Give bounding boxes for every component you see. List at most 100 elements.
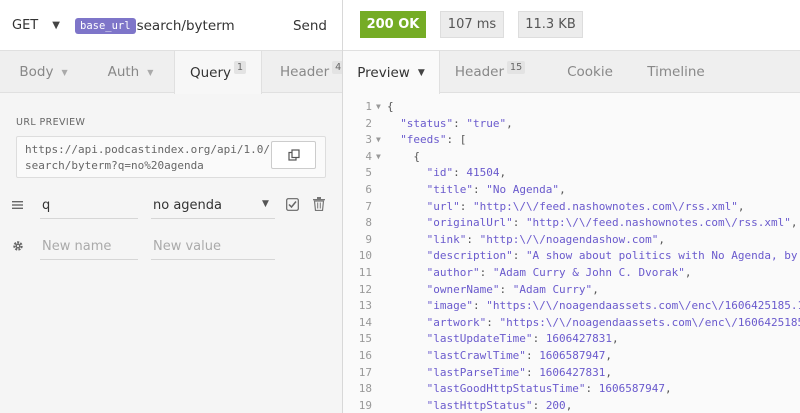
json-key: "description" xyxy=(426,249,513,263)
code-content: { xyxy=(413,149,420,166)
line-number: 17 xyxy=(358,365,372,379)
tab-body[interactable]: Body ▼ xyxy=(0,51,87,93)
json-key: "lastGoodHttpStatusTime" xyxy=(426,382,586,396)
code-content: "title": "No Agenda", xyxy=(427,182,566,199)
new-value-input[interactable]: New value xyxy=(151,234,275,260)
json-punctuation: , xyxy=(506,116,513,130)
caret-down-icon[interactable]: ▼ xyxy=(262,199,269,209)
code-content: "status": "true", xyxy=(400,116,513,133)
param-name-input[interactable]: q xyxy=(40,193,138,219)
status-badge: 200 OK xyxy=(360,11,426,38)
json-punctuation: , xyxy=(612,332,619,346)
method-dropdown[interactable]: GET ▼ xyxy=(12,0,60,51)
code-line: 3 ▼ "feeds": [ xyxy=(343,132,800,149)
json-punctuation: , xyxy=(790,216,798,230)
json-value: 1606587947 xyxy=(539,349,606,362)
gear-icon-glyph xyxy=(13,241,23,251)
json-value: "true" xyxy=(466,116,507,130)
line-number: 5 xyxy=(365,166,372,180)
copy-url-button[interactable] xyxy=(271,141,316,169)
line-number: 12 xyxy=(358,282,372,296)
json-key: "status" xyxy=(400,116,454,130)
json-key: "lastParseTime" xyxy=(426,365,526,379)
gear-icon[interactable] xyxy=(12,240,26,254)
line-number: 15 xyxy=(358,332,372,346)
code-line: 15 "lastUpdateTime": 1606427831, xyxy=(343,331,800,348)
json-punctuation: : xyxy=(525,349,540,362)
code-content: "lastUpdateTime": 1606427831, xyxy=(427,331,619,348)
json-value: 200 xyxy=(545,398,566,412)
menu-lines-icon xyxy=(12,201,23,209)
json-punctuation: , xyxy=(605,349,613,362)
code-content: "id": 41504, xyxy=(427,165,507,182)
json-punctuation: , xyxy=(605,365,613,379)
tab-response-header[interactable]: Header 15 xyxy=(440,51,540,93)
code-content: "link": "http:\/\/noagendashow.com", xyxy=(427,232,665,249)
json-punctuation: , xyxy=(658,232,666,246)
base-url-variable-tag[interactable]: base_url xyxy=(75,17,136,34)
json-value: "A show about politics with No Agenda, b… xyxy=(525,249,798,263)
response-size-badge: 11.3 KB xyxy=(518,11,583,38)
json-punctuation: : xyxy=(532,398,546,412)
json-key: "feeds" xyxy=(400,133,447,147)
line-number: 3 xyxy=(365,133,372,147)
send-button[interactable]: Send xyxy=(278,0,342,51)
json-punctuation: { xyxy=(413,149,421,163)
json-response-viewer[interactable]: 1 ▼ {2 "status": "true", 3 ▼ "feeds": [4 ▼ {5 "id… xyxy=(343,94,800,413)
tab-query[interactable]: Query 1 xyxy=(174,51,262,94)
tab-cookie[interactable]: Cookie xyxy=(540,51,640,93)
trash-icon[interactable] xyxy=(313,197,325,211)
json-punctuation: : xyxy=(585,382,599,396)
tab-header[interactable]: Header 4 xyxy=(262,51,345,93)
json-punctuation: , xyxy=(737,199,745,213)
json-key: "originalUrl" xyxy=(426,216,513,230)
code-line: 9 "link": "http:\/\/noagendashow.com", xyxy=(343,232,800,249)
json-value: "Adam Curry & John C. Dvorak" xyxy=(492,266,685,279)
tab-label: Preview xyxy=(357,64,410,81)
fold-toggle-icon[interactable]: ▼ xyxy=(376,99,381,116)
tab-label: Query xyxy=(189,64,231,81)
code-line: 16 "lastCrawlTime": 1606587947, xyxy=(343,348,800,365)
url-preview-text: https://api.podcastindex.org/api/1.0/sea… xyxy=(25,143,271,172)
json-punctuation: : xyxy=(466,232,480,246)
fold-toggle-icon[interactable]: ▼ xyxy=(376,132,381,149)
line-number: 14 xyxy=(358,315,372,329)
json-punctuation: , xyxy=(665,382,672,396)
json-key: "link" xyxy=(426,232,467,246)
response-status-bar: 200 OK 107 ms 11.3 KB xyxy=(343,0,800,51)
new-name-input[interactable]: New name xyxy=(40,234,138,260)
line-number: 7 xyxy=(365,199,372,213)
json-punctuation: : xyxy=(532,332,546,346)
checkbox-checked-icon[interactable] xyxy=(286,198,299,211)
drag-handle-icon[interactable] xyxy=(12,199,26,213)
param-value-input[interactable]: no agenda xyxy=(151,193,275,219)
json-key: "lastHttpStatus" xyxy=(426,398,533,412)
line-number: 2 xyxy=(365,116,372,130)
code-content: "image": "https:\/\/noagendaassets.com\/… xyxy=(427,298,800,315)
code-content: "lastParseTime": 1606427831, xyxy=(427,365,612,382)
url-path: search/byterm xyxy=(136,17,235,34)
json-punctuation: , xyxy=(592,282,599,296)
json-punctuation: : xyxy=(525,365,540,379)
fold-toggle-icon[interactable]: ▼ xyxy=(376,149,381,166)
tab-label: Cookie xyxy=(567,64,613,80)
request-pane: GET ▼ base_url search/byterm Send Body ▼… xyxy=(0,0,345,413)
url-bar: GET ▼ base_url search/byterm Send xyxy=(0,0,342,51)
line-number: 18 xyxy=(358,382,372,396)
code-line: 19 "lastHttpStatus": 200, xyxy=(343,398,800,413)
line-number: 1 xyxy=(365,100,372,113)
json-value: "Adam Curry" xyxy=(512,282,593,296)
line-number: 4 xyxy=(365,149,372,163)
code-line: 18 "lastGoodHttpStatusTime": 1606587947, xyxy=(343,381,800,398)
response-time-badge: 107 ms xyxy=(440,11,504,38)
tab-count-badge: 1 xyxy=(233,61,247,74)
tab-auth[interactable]: Auth ▼ xyxy=(87,51,174,93)
tab-label: Header xyxy=(454,64,505,80)
code-content: "lastHttpStatus": 200, xyxy=(427,398,573,413)
tab-preview[interactable]: Preview ▼ xyxy=(343,51,440,94)
tab-timeline[interactable]: Timeline xyxy=(626,51,726,93)
json-key: "id" xyxy=(426,166,454,180)
url-input[interactable]: base_url search/byterm xyxy=(75,0,235,51)
json-value: "http:\/\/feed.nashownotes.com\/rss.xml" xyxy=(472,199,738,213)
code-content: { xyxy=(387,99,394,116)
